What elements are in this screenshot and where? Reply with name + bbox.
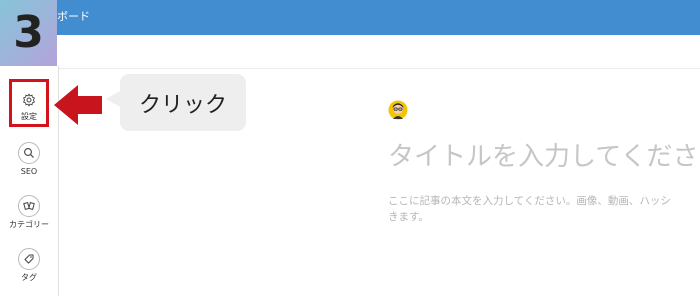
author-avatar[interactable] [388, 100, 408, 120]
sidebar-item-category[interactable]: カテゴリー [0, 188, 58, 234]
tag-icon [18, 248, 40, 270]
category-icon [18, 195, 40, 217]
search-icon [18, 142, 40, 164]
sidebar-item-label: タグ [21, 273, 37, 282]
sidebar-item-label: カテゴリー [9, 220, 49, 229]
title-input[interactable]: タイトルを入力してくださ [388, 142, 698, 172]
top-bar-title: ボード [57, 10, 90, 23]
top-bar: ボード [0, 0, 700, 35]
sidebar-item-tag[interactable]: タグ [0, 241, 58, 287]
post-editor: タイトルを入力してくださ ここに記事の本文を入力してください。画像、動画、ハッシ… [386, 98, 700, 238]
callout-text: クリック [138, 92, 227, 118]
editor-screen: ボード 3 設定 SEO カテゴリー タグ クリック タイトルを入力してくださ … [0, 0, 700, 296]
sidebar-item-seo[interactable]: SEO [0, 135, 58, 181]
sidebar-item-label: SEO [20, 167, 38, 176]
arrow-left-icon [54, 85, 102, 125]
callout-bubble: クリック [120, 74, 246, 131]
highlight-box [9, 79, 49, 127]
step-badge: 3 [0, 0, 57, 66]
body-input[interactable]: ここに記事の本文を入力してください。画像、動画、ハッシ きます。 [388, 193, 700, 225]
step-number: 3 [13, 7, 44, 58]
toolbar-row [58, 35, 700, 69]
